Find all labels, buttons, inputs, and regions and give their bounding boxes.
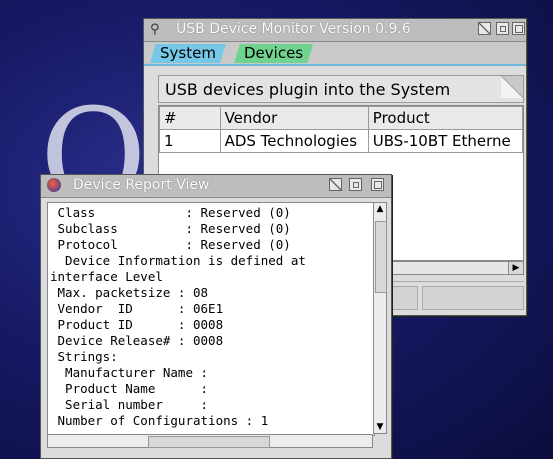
- report-titlebar[interactable]: Device Report View: [41, 175, 391, 198]
- vertical-scroll-thumb[interactable]: [375, 221, 387, 293]
- report-line: Protocol : Reserved (0): [50, 237, 291, 252]
- minimize-button[interactable]: [496, 22, 509, 35]
- report-line: Subclass : Reserved (0): [50, 221, 291, 236]
- report-line: Vendor ID : 06E1: [50, 301, 224, 316]
- report-lines: Class : Reserved (0) Subclass : Reserved…: [50, 205, 374, 429]
- scroll-right-arrow-icon[interactable]: ▶: [508, 262, 523, 274]
- report-line: Product Name :: [50, 381, 209, 396]
- report-horizontal-scrollbar[interactable]: [47, 434, 373, 448]
- panel-title-text: USB devices plugin into the System: [165, 80, 451, 99]
- report-line: interface Level: [50, 269, 163, 284]
- col-header-vendor[interactable]: Vendor: [219, 106, 369, 130]
- report-line: Number of Configurations : 1: [50, 413, 269, 428]
- tab-devices[interactable]: Devices: [234, 44, 313, 63]
- report-line: Class : Reserved (0): [50, 205, 291, 220]
- report-line: Max. packetsize : 08: [50, 285, 209, 300]
- cell-product[interactable]: UBS-10BT Etherne: [367, 129, 524, 153]
- report-line: Device Release# : 0008: [50, 333, 224, 348]
- horizontal-scroll-thumb[interactable]: [148, 436, 270, 448]
- table-header-row: # Vendor Product: [159, 106, 524, 130]
- report-shade-button[interactable]: [329, 178, 342, 191]
- report-app-icon[interactable]: [47, 178, 61, 192]
- report-vertical-scrollbar[interactable]: ▲ ▼: [373, 202, 387, 434]
- tab-bar: System Devices: [144, 42, 526, 66]
- col-header-number[interactable]: #: [159, 106, 221, 130]
- report-zoom-button[interactable]: [371, 178, 384, 191]
- report-line: Device Information is defined at: [50, 253, 306, 268]
- status-cell-2: [422, 286, 524, 310]
- report-line: Product ID : 0008: [50, 317, 224, 332]
- main-window-title: USB Device Monitor Version 0.9.6: [176, 21, 411, 37]
- scroll-up-arrow-icon[interactable]: ▲: [374, 203, 386, 215]
- app-icon[interactable]: ⚲: [150, 22, 160, 37]
- cell-vendor[interactable]: ADS Technologies: [219, 129, 369, 153]
- table-row[interactable]: 1 ADS Technologies UBS-10BT Etherne: [159, 129, 524, 153]
- main-titlebar[interactable]: ⚲ USB Device Monitor Version 0.9.6: [144, 19, 526, 42]
- panel-title: USB devices plugin into the System: [158, 75, 524, 103]
- cell-number[interactable]: 1: [159, 129, 221, 153]
- page-fold-icon[interactable]: [501, 76, 523, 98]
- report-text-view[interactable]: Class : Reserved (0) Subclass : Reserved…: [47, 202, 375, 436]
- report-line: Manufacturer Name :: [50, 365, 209, 380]
- shade-button[interactable]: [478, 22, 491, 35]
- device-report-window: Device Report View Class : Reserved (0) …: [40, 174, 392, 459]
- col-header-product[interactable]: Product: [367, 106, 524, 130]
- report-minimize-button[interactable]: [349, 178, 362, 191]
- report-window-title: Device Report View: [73, 177, 210, 193]
- zoom-button[interactable]: [512, 22, 525, 35]
- tab-system[interactable]: System: [150, 44, 226, 63]
- scroll-down-arrow-icon[interactable]: ▼: [374, 421, 386, 433]
- report-line: Serial number :: [50, 397, 209, 412]
- report-line: Strings:: [50, 349, 118, 364]
